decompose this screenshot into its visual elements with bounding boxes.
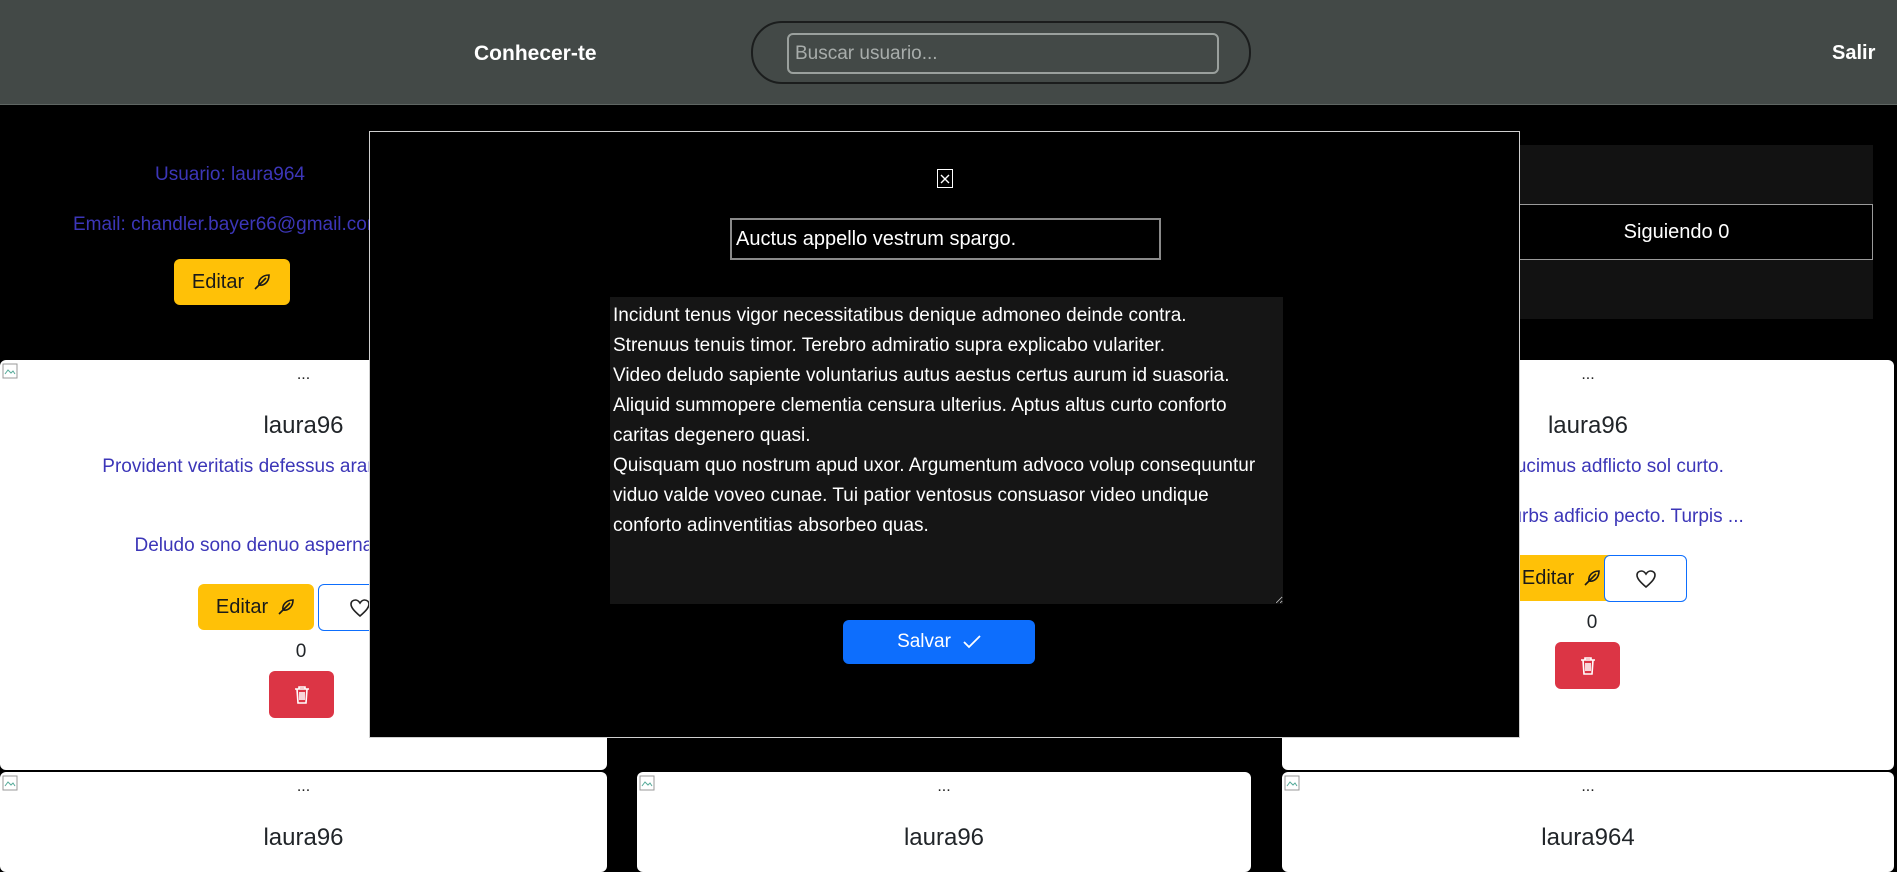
post-image: ... bbox=[1282, 772, 1894, 800]
image-alt-text: ... bbox=[937, 778, 951, 795]
profile-email: Email: chandler.bayer66@gmail.com bbox=[73, 214, 383, 235]
post-card: ... laura964 bbox=[1282, 772, 1894, 872]
trash-icon bbox=[294, 685, 309, 704]
save-label: Salvar bbox=[897, 631, 951, 652]
check-icon bbox=[963, 635, 981, 649]
like-count: 0 bbox=[295, 641, 307, 662]
search-form bbox=[751, 21, 1251, 84]
save-button[interactable]: Salvar bbox=[843, 620, 1035, 664]
feather-icon bbox=[1584, 570, 1600, 586]
navbar: Conhecer-te Salir bbox=[0, 0, 1897, 105]
image-alt-text: ... bbox=[296, 778, 311, 795]
edit-post-button[interactable]: Editar bbox=[1504, 555, 1620, 601]
post-image: ... bbox=[0, 772, 607, 800]
edit-profile-button[interactable]: Editar bbox=[174, 259, 290, 305]
following-count[interactable]: Siguiendo 0 bbox=[1480, 204, 1873, 260]
delete-post-button[interactable] bbox=[1555, 642, 1620, 689]
post-username: laura964 bbox=[1541, 824, 1635, 851]
post-username: laura96 bbox=[903, 824, 985, 851]
image-alt-text: ... bbox=[1581, 778, 1595, 795]
profile-username: Usuario: laura964 bbox=[155, 164, 305, 185]
brand-link[interactable]: Conhecer-te bbox=[474, 42, 597, 66]
heart-icon bbox=[349, 598, 370, 617]
edit-post-modal: Incidunt tenus vigor necessitatibus deni… bbox=[369, 131, 1520, 738]
trash-icon bbox=[1580, 656, 1595, 675]
post-image: ... bbox=[637, 772, 1251, 800]
feather-icon bbox=[278, 599, 294, 615]
edit-post-button[interactable]: Editar bbox=[198, 584, 314, 630]
like-count: 0 bbox=[1586, 612, 1598, 633]
close-icon bbox=[940, 174, 950, 183]
edit-post-label: Editar bbox=[215, 595, 269, 618]
logout-link[interactable]: Salir bbox=[1832, 42, 1875, 65]
close-modal-button[interactable] bbox=[937, 169, 953, 188]
post-title-input[interactable] bbox=[730, 218, 1161, 260]
delete-post-button[interactable] bbox=[269, 671, 334, 718]
edit-post-label: Editar bbox=[1521, 566, 1575, 589]
post-body-textarea[interactable]: Incidunt tenus vigor necessitatibus deni… bbox=[610, 297, 1283, 604]
post-username: laura96 bbox=[263, 824, 344, 851]
post-card: ... laura96 bbox=[637, 772, 1251, 872]
feather-icon bbox=[254, 274, 270, 290]
post-card: ... laura96 bbox=[0, 772, 607, 872]
search-input[interactable] bbox=[787, 33, 1219, 74]
edit-profile-label: Editar bbox=[191, 270, 245, 293]
heart-icon bbox=[1635, 569, 1656, 588]
like-button[interactable] bbox=[1604, 555, 1687, 602]
